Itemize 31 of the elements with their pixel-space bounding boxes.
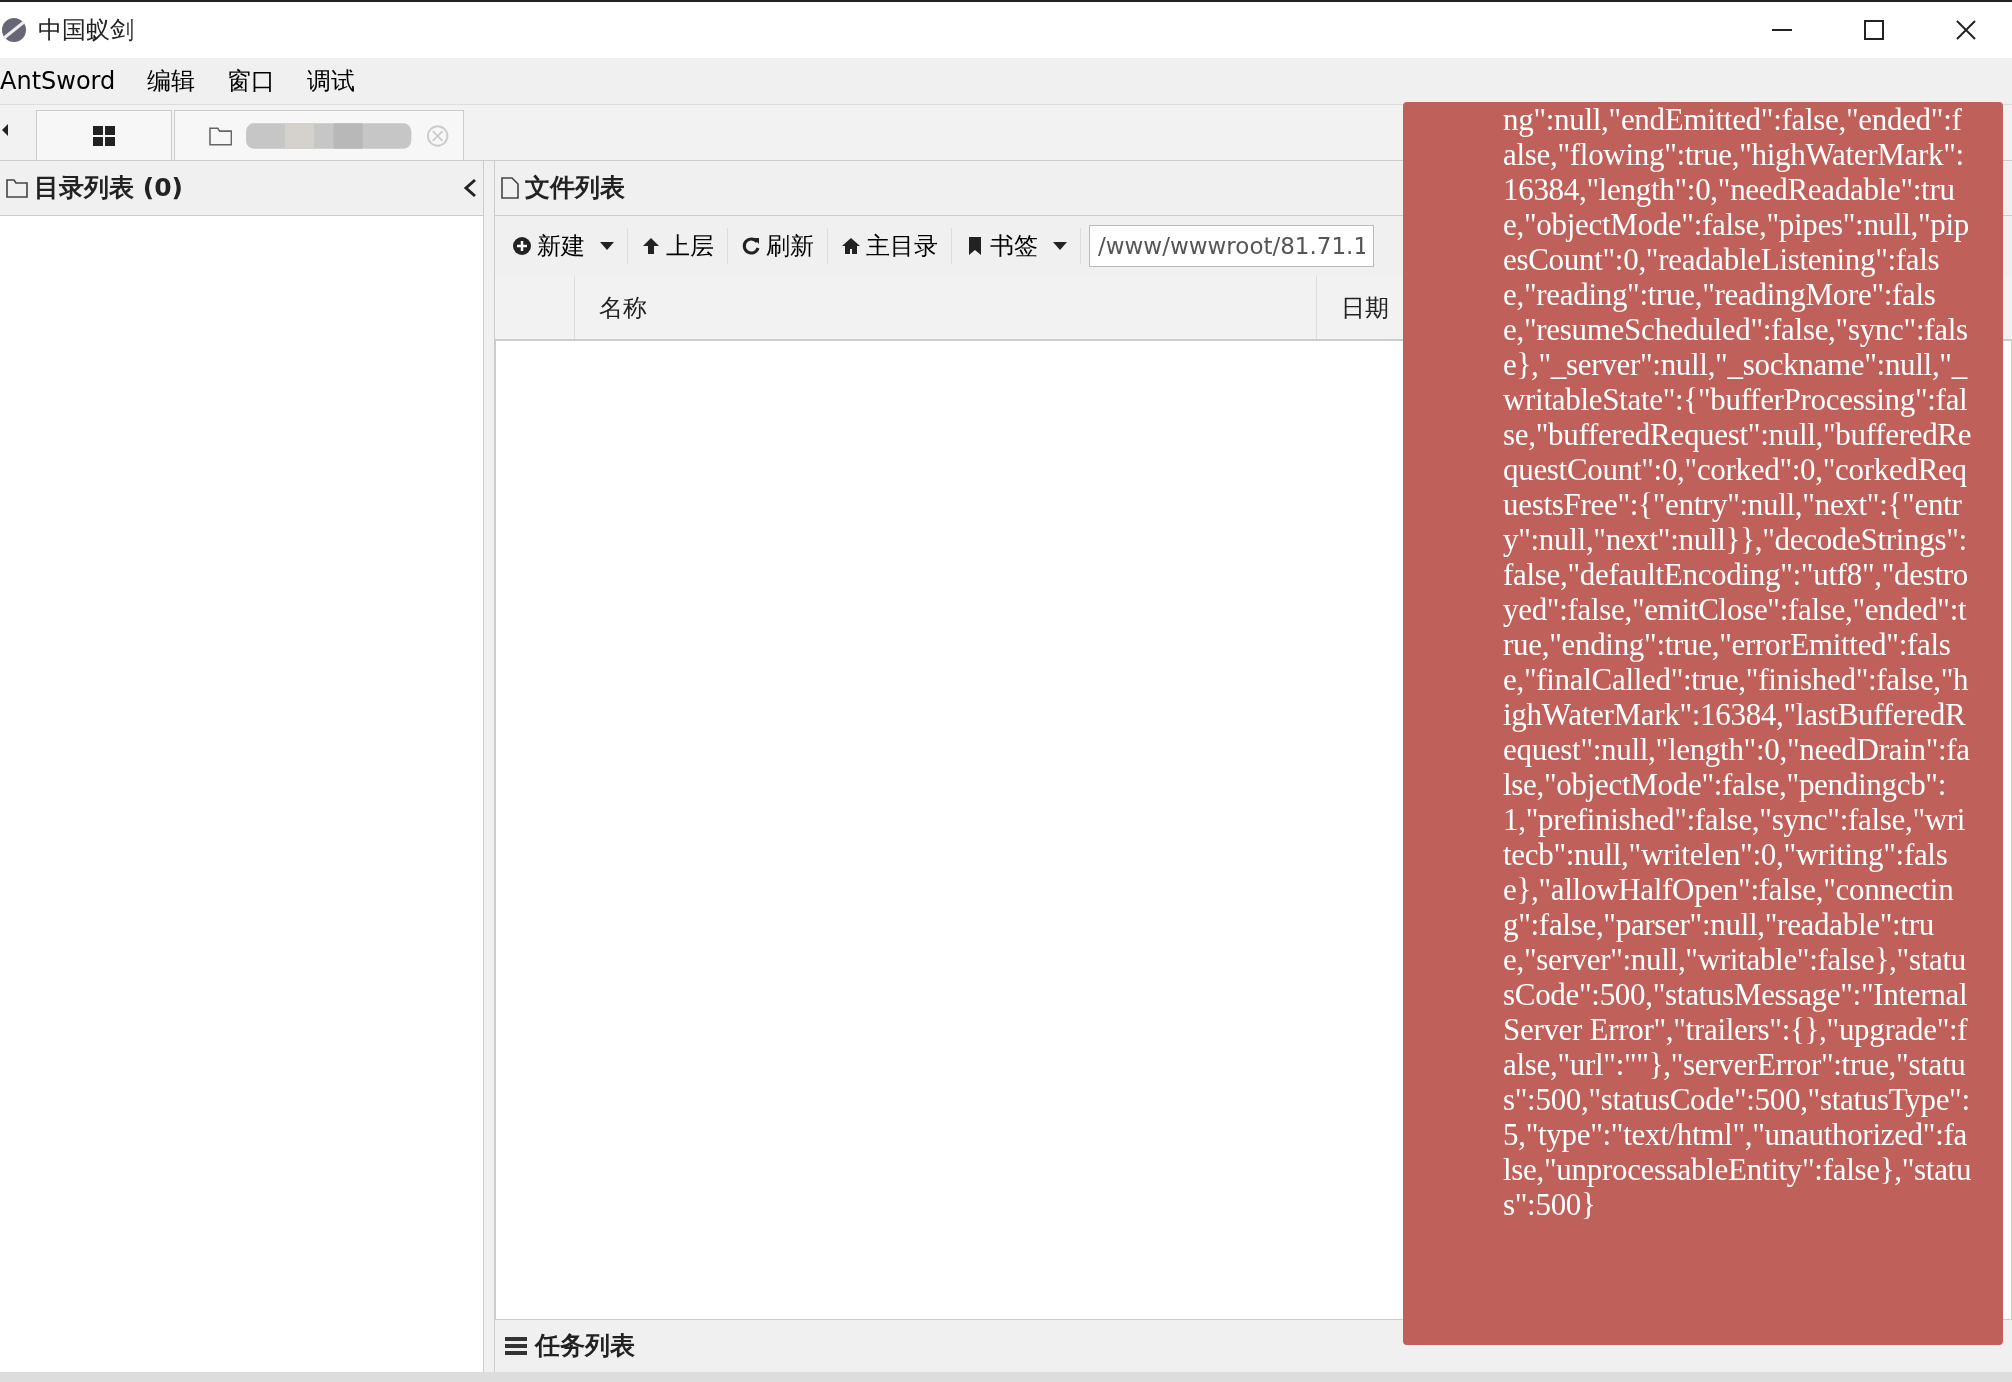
toast-message: ng":null,"endEmitted":false,"ended":false,"flowing":true,"highWaterMark":16384,"length":0,"needReadable":true,"objectMode":false,"pipes":null,"pipesCount":0,"readableListening":false,"reading":true,"readingMore":false,"resumeScheduled":false,"sync":false},"_server":null,"_sockname":null,"_writableState":{"bufferProcessing":false,"bufferedRequest":null,"bufferedRequestCount":0,"corked":0,"corkedRequestsFree":{"entry":null,"next":{"entry":null,"next":null}},"decodeStrings":false,"defaultEncoding":"utf8","destroyed":false,"emitClose":false,"ended":true,"ending":true,"errorEmitted":false,"finalCalled":true,"finished":false,"highWaterMark":16384,"lastBufferedRequest":null,"length":0,"needDrain":false,"objectMode":false,"pendingcb":1,"prefinished":false,"sync":false,"writecb":null,"writelen":0,"writing":false},"allowHalfOpen":false,"connecting":false,"parser":null,"readable":true,"server":null,"writable":false},"statusCode":500,"statusMessage":"Internal Server Error","trailers":{},"upgrade":false,"url":""},"serverError":true,"status":500,"statusCode":500,"statusType":5,"type":"text/html","unauthorized":false,"unprocessableEntity":false},"status":500} — [1503, 102, 1973, 1222]
maximize-icon — [1864, 20, 1884, 40]
minimize-icon — [1772, 29, 1792, 31]
folder-icon — [209, 125, 233, 146]
menu-item[interactable]: 编辑 — [131, 63, 212, 99]
arrow-up-icon — [641, 236, 661, 256]
menu-item[interactable]: AntSword — [0, 63, 132, 99]
toolbar-button[interactable]: 上层 — [628, 228, 728, 264]
list-icon — [505, 1337, 527, 1355]
grid-icon — [93, 125, 115, 146]
close-icon — [1956, 20, 1976, 40]
menu-item[interactable]: 调试 — [291, 63, 372, 99]
tab[interactable] — [36, 110, 172, 160]
collapse-icon[interactable] — [463, 178, 477, 198]
panel-title: 目录列表 (0) — [34, 172, 184, 205]
app-logo-icon — [0, 16, 28, 44]
window-title: 中国蚁剑 — [38, 15, 134, 46]
menu-item[interactable]: 窗口 — [211, 63, 292, 99]
refresh-icon — [741, 236, 761, 256]
panel-title: 文件列表 — [525, 172, 625, 205]
toolbar-button[interactable]: 主目录 — [828, 228, 952, 264]
close-circle-icon[interactable] — [425, 123, 449, 148]
panel-title: 任务列表 — [535, 1330, 635, 1363]
column-header[interactable]: 名称 — [575, 276, 1317, 339]
home-icon — [841, 236, 861, 256]
file-icon — [501, 177, 519, 199]
folder-icon — [6, 178, 28, 198]
toolbar-button[interactable]: 新建 — [499, 228, 628, 264]
toolbar-button[interactable]: 刷新 — [728, 228, 828, 264]
toolbar-button[interactable]: 书签 — [952, 228, 1081, 264]
plus-circle-icon — [512, 236, 532, 256]
